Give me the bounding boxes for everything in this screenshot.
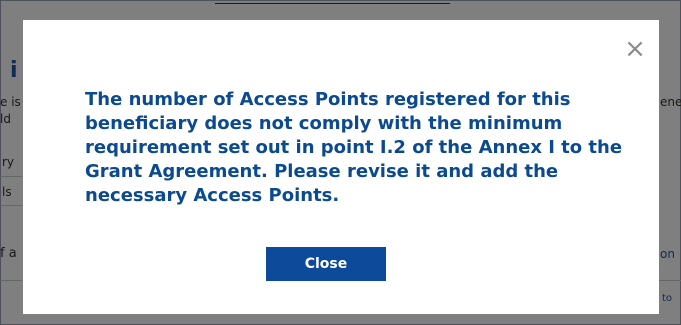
close-icon[interactable]: × [620,34,650,64]
close-button[interactable]: Close [266,247,386,281]
alert-dialog: × The number of Access Points registered… [23,20,659,314]
dialog-message: The number of Access Points registered f… [85,89,623,206]
